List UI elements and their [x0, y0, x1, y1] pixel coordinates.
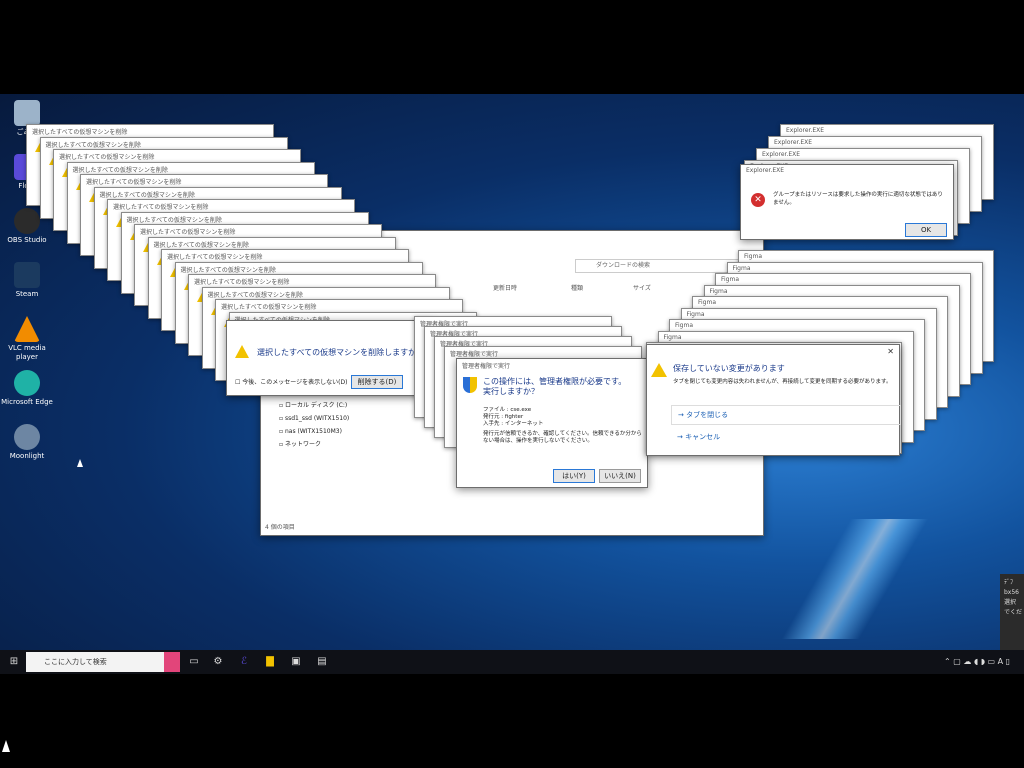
ime-indicator[interactable]: A [998, 657, 1003, 666]
edge-icon [14, 370, 40, 396]
desktop-icon-label: Microsoft Edge [1, 398, 53, 406]
close-tab-button[interactable]: → タブを閉じる [671, 405, 901, 425]
nav-tree: ▫ ローカル ディスク (C:) ▫ ssd1_ssd (WITX1510) ▫… [279, 399, 349, 451]
dialog-message: 選択したすべての仮想マシンを削除しますか? [257, 348, 421, 357]
vlc-icon [14, 316, 40, 342]
desktop-icon-label: VLC media player [8, 344, 46, 361]
cancel-button[interactable]: → キャンセル [671, 429, 899, 445]
desktop-icon-edge[interactable]: Microsoft Edge [0, 370, 54, 407]
stacked-dialog-title: Figma [698, 299, 717, 306]
uac-source: 入手先 : インターネット [483, 421, 544, 427]
gear-icon[interactable]: ⚙ [210, 650, 226, 674]
windows-logo-wallpaper [760, 519, 950, 639]
stacked-dialog-title: Figma [732, 264, 751, 272]
desktop-icon-label: OBS Studio [7, 236, 47, 244]
start-button[interactable]: ⊞ [4, 650, 24, 674]
error-title: Explorer.EXE [746, 167, 785, 174]
mouse-cursor-icon [77, 459, 83, 467]
unsaved-body: タブを閉じても変更内容は失われませんが、再接続して変更を同期する必要があります。 [673, 379, 892, 385]
uac-title: 管理者権限で実行 [462, 363, 511, 370]
search-highlight-icon [164, 652, 180, 672]
notification-toast[interactable]: ﾃﾞﾌ bx56 選択 でくだ [1000, 574, 1024, 652]
error-icon: ✕ [751, 193, 765, 207]
stacked-dialog-title: Explorer.EXE [774, 139, 813, 146]
moonlight-icon [14, 424, 40, 450]
store-icon[interactable]: ▣ [288, 650, 304, 674]
system-tray[interactable]: ⌃ ▢ ☁ ◖ ◗ ▭ A ▯ [920, 650, 1010, 674]
taskbar: ⊞ ここに入力して検索 ▭ ⚙ ℰ ▇ ▣ ▤ ⌃ ▢ ☁ ◖ ◗ ▭ A ▯ [0, 650, 1024, 674]
uac-dialog[interactable]: 管理者権限で実行 この操作には、管理者権限が必要です。実行しますか？ ファイル … [456, 358, 648, 488]
warning-icon [235, 345, 249, 358]
desktop-icon-vlc[interactable]: VLC media player [0, 316, 54, 362]
desktop: ごみ箱 Flo… OBS Studio Steam VLC media play… [0, 94, 1024, 674]
ok-button[interactable]: OK [905, 223, 947, 237]
column-size[interactable]: サイズ [633, 283, 651, 292]
task-view-icon[interactable]: ▭ [186, 650, 202, 674]
shield-icon [463, 377, 477, 393]
stacked-dialog-title: Figma [663, 333, 682, 341]
uac-publisher: 発行元 : fighter [483, 414, 524, 420]
tree-item[interactable]: ▫ ローカル ディスク (C:) [279, 399, 349, 412]
steam-icon [14, 262, 40, 288]
stacked-dialog-title: Figma [686, 310, 705, 318]
obs-icon [14, 208, 40, 234]
stacked-dialog-title: Explorer.EXE [762, 151, 801, 158]
desktop-icon-moonlight[interactable]: Moonlight [0, 424, 54, 461]
stacked-dialog-title: Figma [721, 276, 740, 283]
mouse-cursor-icon [2, 740, 10, 752]
checkbox-label: 今後、このメッセージを表示しない(D) [242, 379, 348, 386]
yes-button[interactable]: はい(Y) [553, 469, 595, 483]
desktop-icon-steam[interactable]: Steam [0, 262, 54, 299]
uac-file: ファイル : cse.exe [483, 407, 532, 413]
unsaved-heading: 保存していない変更があります [673, 364, 785, 373]
warning-icon [651, 363, 667, 377]
tree-item-label: ローカル ディスク (C:) [284, 402, 348, 409]
vm-delete-dialog[interactable]: ✕ 選択したすべての仮想マシンを削除しますか? ☐ 今後、このメッセージを表示し… [226, 320, 434, 396]
tree-item[interactable]: ▫ nas (WITX1510M3) [279, 425, 349, 438]
status-bar: 4 個の項目 [265, 524, 295, 531]
stacked-dialog-title: Explorer.EXE [786, 127, 825, 134]
delete-button[interactable]: 削除する(D) [351, 375, 403, 389]
app-taskbar-icon[interactable]: ℰ [236, 650, 252, 674]
column-date[interactable]: 更新日時 [493, 283, 517, 292]
desktop-icon-label: Steam [15, 290, 39, 298]
uac-details: ファイル : cse.exe 発行元 : fighter 入手先 : インターネ… [483, 407, 643, 445]
folder-icon[interactable]: ▇ [262, 650, 278, 674]
terminal-icon[interactable]: ▤ [314, 650, 330, 674]
tree-item-label: nas (WITX1510M3) [284, 428, 342, 435]
tree-item-label: ネットワーク [284, 441, 321, 448]
tree-item-label: ssd1_ssd (WITX1510) [284, 415, 350, 422]
notification-text: でくだ [1004, 609, 1023, 616]
notification-text: bx56 [1004, 589, 1019, 596]
unsaved-changes-dialog[interactable]: ✕ 保存していない変更があります タブを閉じても変更内容は失われませんが、再接続… [646, 344, 901, 456]
notification-text: 選択 [1004, 599, 1017, 606]
desktop-icon-label: Moonlight [9, 452, 45, 460]
tree-item[interactable]: ▫ ssd1_ssd (WITX1510) [279, 412, 349, 425]
uac-note: 発行元が信頼できるか、確認してください。信頼できるか分からない場合は、操作を実行… [483, 431, 642, 444]
no-button[interactable]: いいえ(N) [599, 469, 641, 483]
stacked-dialog-title: Figma [709, 287, 728, 295]
taskbar-search-input[interactable]: ここに入力して検索 [26, 652, 178, 672]
error-message: グループまたはリソースは要求した操作の実行に適切な状態ではありません。 [773, 192, 943, 206]
recycle-bin-icon [14, 100, 40, 126]
close-icon[interactable]: ✕ [887, 347, 894, 356]
explorer-error-dialog[interactable]: Explorer.EXE ✕ グループまたはリソースは要求した操作の実行に適切な… [740, 164, 954, 240]
stacked-dialog-title: Figma [744, 253, 763, 260]
dont-show-checkbox[interactable]: ☐ 今後、このメッセージを表示しない(D) [235, 377, 347, 386]
stacked-dialog-title: Figma [675, 322, 694, 329]
uac-heading: この操作には、管理者権限が必要です。実行しますか？ [483, 377, 627, 396]
column-type[interactable]: 種類 [571, 283, 583, 292]
notification-text: ﾃﾞﾌ [1004, 579, 1014, 586]
tree-item[interactable]: ▫ ネットワーク [279, 438, 349, 451]
